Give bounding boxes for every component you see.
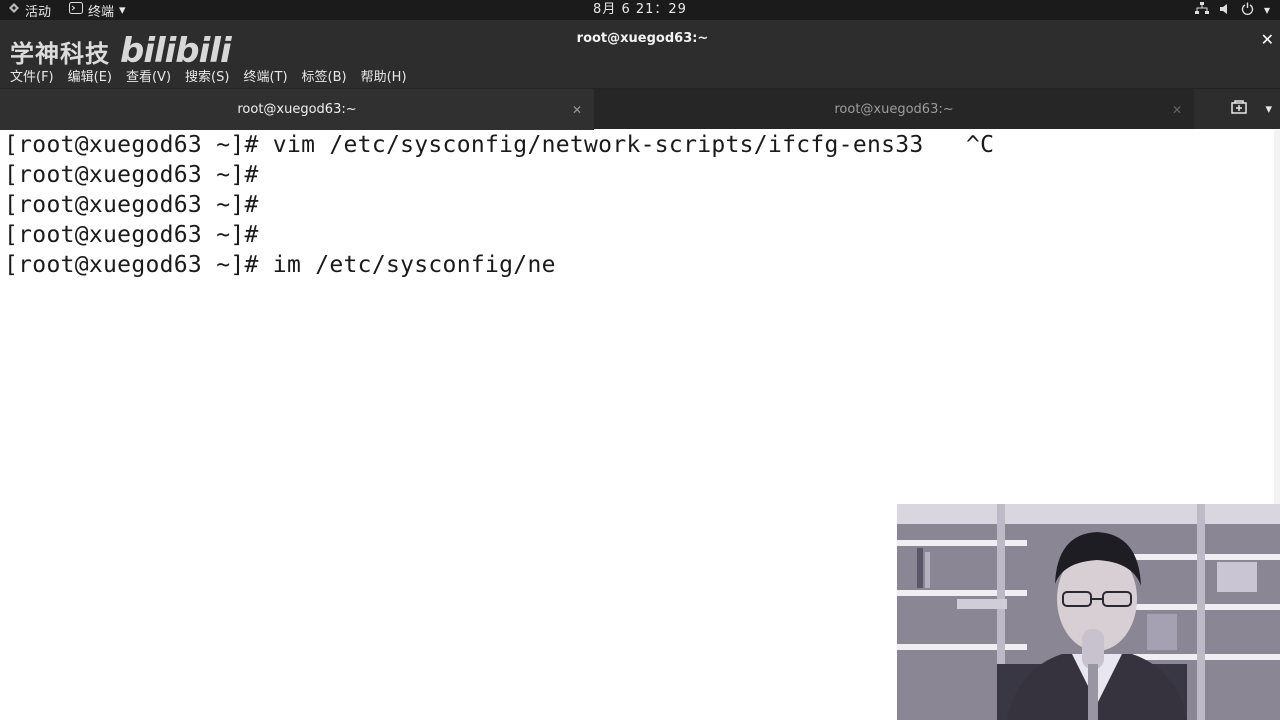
presenter-video-image <box>897 504 1280 720</box>
clock[interactable]: 8月 6 21：29 <box>0 0 1280 20</box>
window-title: root@xuegod63:~ <box>576 31 709 46</box>
volume-icon <box>1219 3 1231 18</box>
webcam-overlay <box>897 504 1280 720</box>
tab-bar: root@xuegod63:~ ✕ root@xuegod63:~ ✕ ▾ <box>0 88 1280 131</box>
menu-search[interactable]: 搜索(S) <box>185 66 229 85</box>
network-icon <box>1194 2 1209 18</box>
new-tab-icon[interactable] <box>1231 100 1248 118</box>
terminal-window-header: 学神科技 bilibili root@xuegod63:~ ✕ 文件(F) 编辑… <box>0 20 1280 88</box>
menu-terminal[interactable]: 终端(T) <box>243 66 287 85</box>
tab-active[interactable]: root@xuegod63:~ ✕ <box>0 89 594 131</box>
menu-edit[interactable]: 编辑(E) <box>68 66 112 85</box>
terminal-line: [root@xuegod63 ~]# <box>4 162 259 188</box>
tab-list-chevron-icon[interactable]: ▾ <box>1265 102 1272 117</box>
menu-file[interactable]: 文件(F) <box>10 66 54 85</box>
terminal-line: [root@xuegod63 ~]# <box>4 222 259 248</box>
menu-tabs[interactable]: 标签(B) <box>302 66 347 85</box>
tab-label: root@xuegod63:~ <box>237 102 357 117</box>
menu-view[interactable]: 查看(V) <box>126 66 171 85</box>
tab-close-icon[interactable]: ✕ <box>1172 89 1182 131</box>
menu-help[interactable]: 帮助(H) <box>361 66 407 85</box>
close-icon[interactable]: ✕ <box>1261 30 1274 49</box>
tab-close-icon[interactable]: ✕ <box>572 89 582 131</box>
status-menu[interactable]: ▾ <box>1194 0 1270 20</box>
power-icon <box>1241 2 1254 18</box>
terminal-line: [root@xuegod63 ~]# vim /etc/sysconfig/ne… <box>4 132 995 158</box>
menu-bar: 文件(F) 编辑(E) 查看(V) 搜索(S) 终端(T) 标签(B) 帮助(H… <box>10 66 407 85</box>
terminal-line: [root@xuegod63 ~]# <box>4 192 259 218</box>
terminal-line: [root@xuegod63 ~]# im /etc/sysconfig/ne <box>4 252 556 278</box>
tab-inactive[interactable]: root@xuegod63:~ ✕ <box>594 89 1194 129</box>
chevron-down-icon: ▾ <box>1263 3 1270 17</box>
system-top-bar: 活动 终端 ▾ 8月 6 21：29 ▾ <box>0 0 1280 20</box>
tab-label: root@xuegod63:~ <box>834 102 954 117</box>
